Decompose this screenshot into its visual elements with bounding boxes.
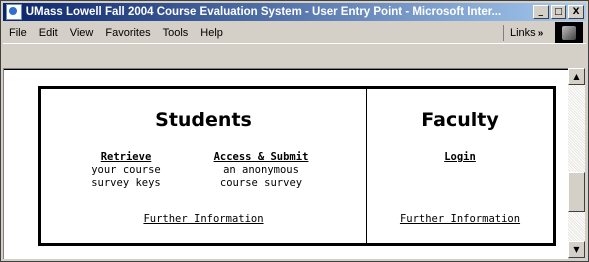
students-further-info-link[interactable]: Further Information bbox=[41, 213, 366, 225]
menu-help[interactable]: Help bbox=[194, 27, 229, 39]
links-toolbar[interactable]: Links » bbox=[503, 25, 543, 41]
students-heading: Students bbox=[155, 109, 252, 131]
ie-app-icon[interactable] bbox=[6, 4, 22, 20]
login-section: Login bbox=[367, 151, 553, 164]
scroll-thumb[interactable] bbox=[568, 172, 585, 212]
menu-view[interactable]: View bbox=[64, 27, 100, 39]
minimize-button[interactable]: _ bbox=[532, 5, 549, 19]
menu-edit[interactable]: Edit bbox=[33, 27, 64, 39]
retrieve-link[interactable]: Retrieve bbox=[81, 151, 171, 164]
faculty-further-info-link[interactable]: Further Information bbox=[367, 213, 553, 225]
menu-bar: File Edit View Favorites Tools Help Link… bbox=[3, 22, 586, 44]
access-desc-line2: course survey bbox=[219, 177, 303, 189]
scroll-up-icon[interactable]: ▲ bbox=[568, 68, 585, 85]
menu-tools[interactable]: Tools bbox=[157, 27, 195, 39]
menu-file[interactable]: File bbox=[3, 27, 33, 39]
students-panel: Students Retrieve your course survey key… bbox=[41, 89, 367, 243]
browser-window: UMass Lowell Fall 2004 Course Evaluation… bbox=[0, 0, 589, 262]
retrieve-desc-line2: survey keys bbox=[91, 177, 161, 189]
retrieve-section: Retrieve your course survey keys bbox=[81, 151, 171, 190]
links-label: Links bbox=[510, 27, 536, 39]
entry-box: Students Retrieve your course survey key… bbox=[38, 86, 556, 246]
scroll-down-icon[interactable]: ▼ bbox=[568, 241, 585, 258]
access-section: Access & Submit an anonymous course surv… bbox=[196, 151, 326, 190]
window-title: UMass Lowell Fall 2004 Course Evaluation… bbox=[25, 6, 502, 18]
access-submit-link[interactable]: Access & Submit bbox=[196, 151, 326, 164]
retrieve-desc-line1: your course bbox=[91, 164, 161, 176]
close-button[interactable]: X bbox=[568, 5, 584, 19]
vertical-scrollbar[interactable]: ▲ ▼ bbox=[568, 68, 585, 258]
page-content: Students Retrieve your course survey key… bbox=[3, 68, 568, 259]
maximize-button[interactable]: □ bbox=[550, 5, 567, 19]
faculty-heading: Faculty bbox=[421, 109, 499, 131]
access-desc-line1: an anonymous bbox=[223, 164, 299, 176]
chevron-right-icon[interactable]: » bbox=[538, 28, 544, 39]
title-bar[interactable]: UMass Lowell Fall 2004 Course Evaluation… bbox=[3, 3, 586, 21]
windows-logo-icon bbox=[555, 22, 583, 43]
divider bbox=[4, 69, 568, 70]
menu-favorites[interactable]: Favorites bbox=[99, 27, 156, 39]
faculty-panel: Faculty Login Further Information bbox=[367, 89, 553, 243]
login-link[interactable]: Login bbox=[367, 151, 553, 164]
